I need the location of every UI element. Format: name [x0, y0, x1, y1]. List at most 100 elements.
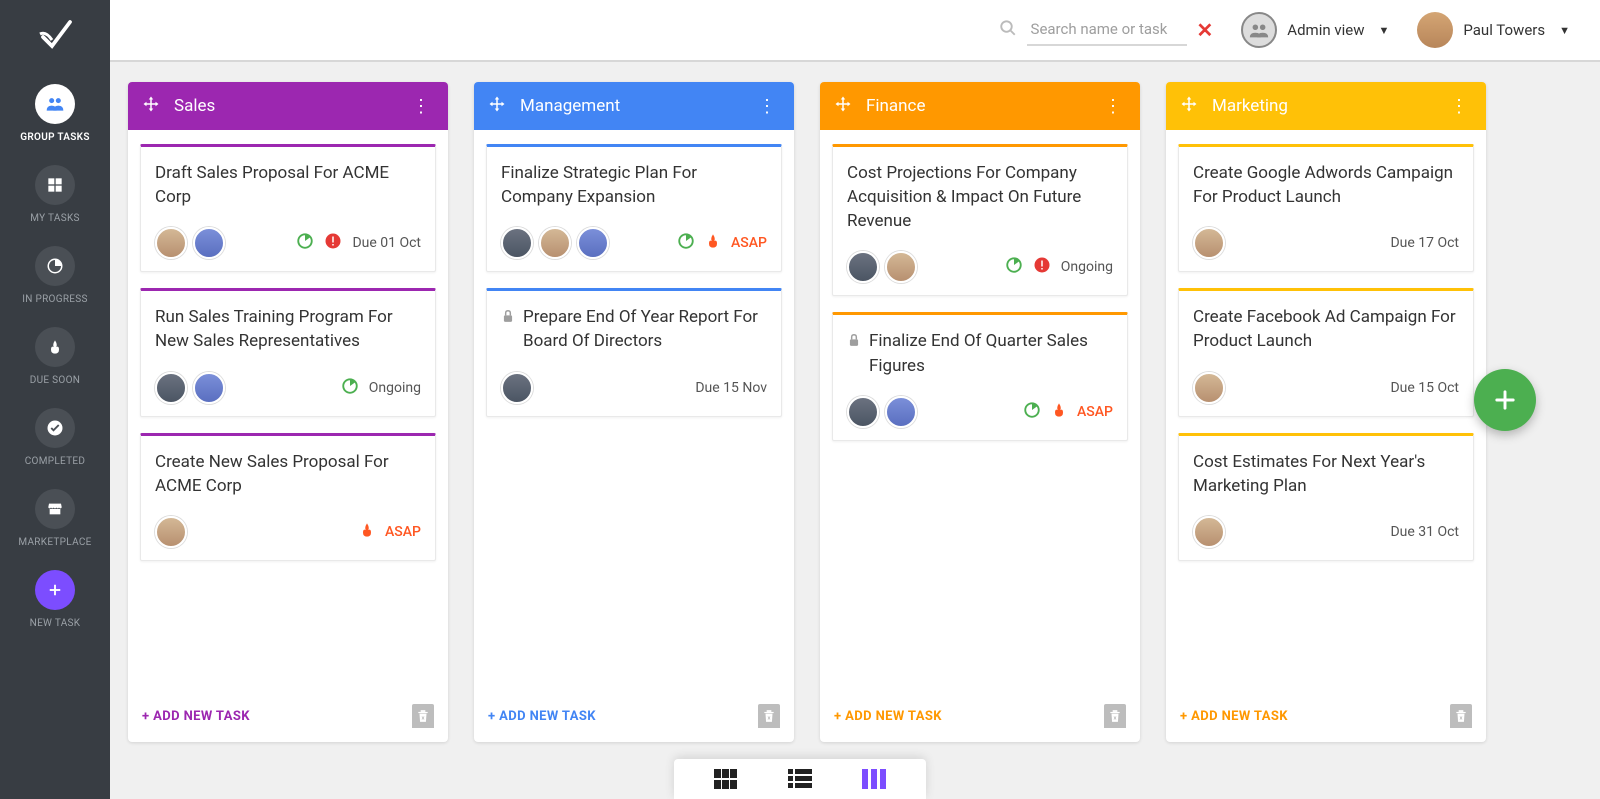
task-card[interactable]: Draft Sales Proposal For ACME Corp Due 0…: [140, 144, 436, 272]
task-avatars: [1193, 372, 1225, 404]
task-avatars: [155, 516, 187, 548]
nav-label: NEW TASK: [30, 618, 81, 629]
fire-icon: [1051, 401, 1067, 423]
task-title: Finalize Strategic Plan For Company Expa…: [501, 161, 767, 209]
column-title: Finance: [866, 96, 1100, 116]
progress-icon: [341, 377, 359, 399]
task-avatar: [155, 227, 187, 259]
task-card[interactable]: Prepare End Of Year Report For Board Of …: [486, 288, 782, 416]
sidebar: GROUP TASKS MY TASKS IN PROGRESS DUE SOO…: [0, 0, 110, 799]
task-avatar: [885, 396, 917, 428]
add-task-button[interactable]: + ADD NEW TASK: [834, 709, 942, 724]
task-avatars: [1193, 516, 1225, 548]
nav-group-tasks[interactable]: GROUP TASKS: [20, 84, 89, 143]
nav-label: COMPLETED: [25, 456, 86, 467]
view-switcher: [674, 759, 926, 799]
task-title: Create Google Adwords Campaign For Produ…: [1193, 161, 1459, 209]
column-title: Marketing: [1212, 96, 1446, 116]
task-due: Due 15 Nov: [695, 380, 767, 396]
task-title: Create Facebook Ad Campaign For Product …: [1193, 305, 1459, 353]
nav-my-tasks[interactable]: MY TASKS: [30, 165, 80, 224]
task-avatars: [155, 372, 225, 404]
fire-icon: [35, 327, 75, 367]
task-avatars: [501, 372, 533, 404]
delete-column-button[interactable]: x: [1450, 704, 1472, 728]
move-icon[interactable]: [142, 95, 160, 117]
plus-icon: [35, 570, 75, 610]
fire-icon: [705, 232, 721, 254]
fire-icon: [359, 521, 375, 543]
move-icon[interactable]: [1180, 95, 1198, 117]
progress-icon: [1023, 401, 1041, 423]
task-card[interactable]: Finalize Strategic Plan For Company Expa…: [486, 144, 782, 272]
nav-due-soon[interactable]: DUE SOON: [30, 327, 80, 386]
user-avatar: [1417, 12, 1453, 48]
kanban-board: Sales ⋮ Draft Sales Proposal For ACME Co…: [110, 62, 1600, 799]
view-columns-button[interactable]: [862, 769, 886, 789]
nav-label: DUE SOON: [30, 375, 80, 386]
task-due: Due 31 Oct: [1390, 524, 1459, 540]
admin-view-dropdown[interactable]: Admin view ▼: [1241, 12, 1389, 48]
nav-label: MARKETPLACE: [18, 537, 91, 548]
column-header[interactable]: Sales ⋮: [128, 82, 448, 130]
task-avatar: [577, 227, 609, 259]
nav-label: MY TASKS: [30, 213, 80, 224]
task-card[interactable]: Finalize End Of Quarter Sales Figures AS…: [832, 312, 1128, 440]
svg-text:x: x: [422, 716, 425, 722]
task-card[interactable]: Cost Estimates For Next Year's Marketing…: [1178, 433, 1474, 561]
task-title: Prepare End Of Year Report For Board Of …: [501, 305, 767, 353]
task-card[interactable]: Create Facebook Ad Campaign For Product …: [1178, 288, 1474, 416]
view-list-button[interactable]: [788, 769, 812, 789]
column-marketing: Marketing ⋮ Create Google Adwords Campai…: [1166, 82, 1486, 742]
nav-new-task[interactable]: NEW TASK: [30, 570, 81, 629]
task-due: Ongoing: [1061, 259, 1113, 275]
nav-completed[interactable]: COMPLETED: [25, 408, 86, 467]
column-header[interactable]: Finance ⋮: [820, 82, 1140, 130]
column-header[interactable]: Management ⋮: [474, 82, 794, 130]
task-card[interactable]: Create Google Adwords Campaign For Produ…: [1178, 144, 1474, 272]
task-avatar: [155, 372, 187, 404]
topbar: ✕ Admin view ▼ Paul Towers ▼: [110, 0, 1600, 62]
task-avatar: [539, 227, 571, 259]
view-grid-button[interactable]: [714, 769, 738, 789]
column-header[interactable]: Marketing ⋮: [1166, 82, 1486, 130]
progress-icon: [677, 232, 695, 254]
add-fab-button[interactable]: [1474, 369, 1536, 431]
task-avatar: [501, 372, 533, 404]
delete-column-button[interactable]: x: [412, 704, 434, 728]
user-menu[interactable]: Paul Towers ▼: [1417, 12, 1570, 48]
admin-view-label: Admin view: [1287, 21, 1364, 39]
column-sales: Sales ⋮ Draft Sales Proposal For ACME Co…: [128, 82, 448, 742]
task-card[interactable]: Cost Projections For Company Acquisition…: [832, 144, 1128, 296]
move-icon[interactable]: [834, 95, 852, 117]
task-due: Ongoing: [369, 380, 421, 396]
column-menu-icon[interactable]: ⋮: [408, 96, 434, 117]
task-avatar: [885, 251, 917, 283]
move-icon[interactable]: [488, 95, 506, 117]
column-menu-icon[interactable]: ⋮: [754, 96, 780, 117]
column-menu-icon[interactable]: ⋮: [1446, 96, 1472, 117]
delete-column-button[interactable]: x: [758, 704, 780, 728]
clear-search-icon[interactable]: ✕: [1197, 18, 1214, 42]
task-due: ASAP: [1077, 404, 1113, 420]
task-title: Cost Estimates For Next Year's Marketing…: [1193, 450, 1459, 498]
group-avatar-icon: [1241, 12, 1277, 48]
task-avatar: [847, 251, 879, 283]
task-avatar: [501, 227, 533, 259]
task-avatar: [1193, 516, 1225, 548]
task-avatars: [155, 227, 225, 259]
task-due: ASAP: [731, 235, 767, 251]
add-task-button[interactable]: + ADD NEW TASK: [1180, 709, 1288, 724]
column-menu-icon[interactable]: ⋮: [1100, 96, 1126, 117]
task-title: Finalize End Of Quarter Sales Figures: [847, 329, 1113, 377]
task-avatar: [155, 516, 187, 548]
nav-in-progress[interactable]: IN PROGRESS: [22, 246, 88, 305]
task-card[interactable]: Run Sales Training Program For New Sales…: [140, 288, 436, 416]
add-task-button[interactable]: + ADD NEW TASK: [488, 709, 596, 724]
nav-marketplace[interactable]: MARKETPLACE: [18, 489, 91, 548]
task-card[interactable]: Create New Sales Proposal For ACME Corp …: [140, 433, 436, 561]
add-task-button[interactable]: + ADD NEW TASK: [142, 709, 250, 724]
column-management: Management ⋮ Finalize Strategic Plan For…: [474, 82, 794, 742]
delete-column-button[interactable]: x: [1104, 704, 1126, 728]
search-input[interactable]: [1027, 14, 1187, 46]
